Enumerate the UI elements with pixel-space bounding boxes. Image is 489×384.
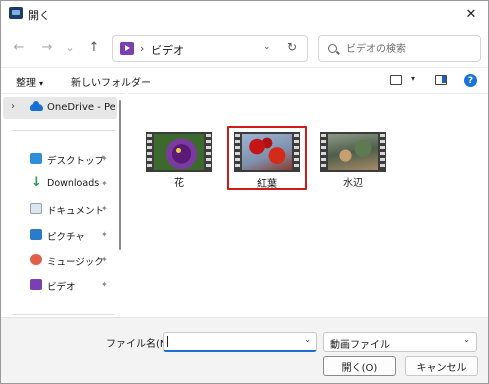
help-icon[interactable]: ? — [464, 74, 477, 87]
sidebar-item-label: Downloads — [47, 178, 100, 189]
sidebar-item-documents[interactable]: ドキュメント ✦ — [3, 198, 117, 220]
file-item[interactable]: 水辺 — [316, 128, 390, 189]
sidebar-item-downloads[interactable]: Downloads ✦ — [3, 173, 117, 195]
pin-icon: ✦ — [101, 230, 108, 239]
divider — [11, 130, 115, 131]
forward-button[interactable]: → — [38, 39, 56, 55]
sidebar-item-onedrive[interactable]: › OneDrive - Perso — [3, 97, 117, 119]
window-title: 開く — [28, 9, 50, 22]
command-bar: 整理 ▾ 新しいフォルダー ▾ ? — [1, 67, 488, 93]
view-dropdown-icon[interactable]: ▾ — [411, 74, 415, 83]
address-bar[interactable]: › ビデオ ⌄ — [112, 35, 308, 62]
video-folder-icon — [120, 42, 134, 55]
video-thumbnail — [320, 132, 386, 172]
open-button[interactable]: 開く(O) — [323, 356, 396, 376]
up-button[interactable]: ↑ — [85, 39, 103, 55]
pin-icon: ✦ — [101, 154, 108, 163]
text-caret — [167, 336, 168, 347]
search-input[interactable] — [346, 41, 474, 57]
navigation-bar: ← → ⌄ ↑ › ビデオ ⌄ ↻ — [1, 27, 488, 67]
app-icon — [9, 7, 23, 19]
sidebar-item-label: OneDrive - Perso — [47, 102, 115, 113]
sidebar-item-desktop[interactable]: デスクトップ ✦ — [3, 148, 117, 170]
view-mode-icon[interactable] — [390, 75, 402, 85]
title-bar: 開く ✕ — [1, 1, 488, 27]
desktop-icon — [30, 153, 42, 164]
organize-label: 整理 — [16, 78, 36, 89]
organize-button[interactable]: 整理 ▾ — [16, 74, 43, 89]
refresh-icon[interactable]: ↻ — [284, 39, 300, 55]
maple-image — [242, 134, 292, 170]
expand-chevron-icon[interactable]: › — [11, 101, 15, 112]
organize-caret-icon: ▾ — [39, 79, 44, 88]
sidebar-item-label: ミュージック — [47, 257, 104, 268]
filename-field[interactable]: ⌄ — [163, 332, 317, 352]
sidebar-item-label: デスクトップ — [47, 156, 105, 167]
file-list: 花 紅葉 水辺 — [128, 93, 488, 317]
file-item-selected[interactable]: 紅葉 — [227, 126, 307, 190]
pin-icon: ✦ — [101, 204, 108, 213]
navigation-pane: › OneDrive - Perso デスクトップ ✦ Downloads ✦ … — [1, 93, 125, 317]
sidebar-item-label: ビデオ — [47, 282, 76, 293]
breadcrumb-location[interactable]: ビデオ — [151, 42, 184, 58]
close-button[interactable]: ✕ — [460, 4, 482, 24]
pin-icon: ✦ — [101, 255, 108, 264]
file-item[interactable]: 花 — [142, 128, 216, 189]
pin-icon: ✦ — [101, 280, 108, 289]
pictures-icon — [30, 229, 42, 240]
file-name: 花 — [174, 178, 184, 189]
file-type-value: 動画ファイル — [330, 340, 390, 351]
video-thumbnail — [234, 132, 300, 172]
videos-icon — [30, 279, 42, 290]
file-type-dropdown-icon: ⌄ — [463, 335, 470, 344]
filename-dropdown-icon[interactable]: ⌄ — [304, 335, 311, 344]
search-icon — [328, 44, 337, 53]
search-box[interactable] — [318, 35, 481, 62]
video-thumbnail — [146, 132, 212, 172]
recent-locations-button[interactable]: ⌄ — [61, 39, 79, 55]
sidebar-scrollbar[interactable] — [119, 100, 121, 250]
address-dropdown-icon[interactable]: ⌄ — [263, 42, 271, 52]
back-button[interactable]: ← — [10, 39, 28, 55]
sidebar-item-label: ドキュメント — [47, 206, 105, 217]
waterside-image — [328, 134, 378, 170]
sidebar-item-label: ピクチャ — [47, 232, 85, 243]
cancel-button[interactable]: キャンセル — [405, 356, 478, 376]
flower-image — [154, 134, 204, 170]
file-name: 紅葉 — [257, 179, 277, 190]
divider — [11, 314, 115, 315]
music-icon — [30, 254, 42, 265]
file-type-select[interactable]: 動画ファイル ⌄ — [323, 332, 477, 352]
file-name: 水辺 — [343, 178, 363, 189]
sidebar-item-videos[interactable]: ビデオ ✦ — [3, 274, 117, 296]
open-file-dialog: 開く ✕ ← → ⌄ ↑ › ビデオ ⌄ ↻ 整理▾ 新しいフォルダー ▾ ? — [0, 0, 489, 384]
sidebar-item-pictures[interactable]: ピクチャ ✦ — [3, 224, 117, 246]
new-folder-button[interactable]: 新しいフォルダー — [71, 74, 151, 89]
breadcrumb-separator[interactable]: › — [140, 42, 144, 55]
documents-icon — [30, 203, 42, 214]
preview-pane-icon[interactable] — [435, 75, 447, 85]
sidebar-item-music[interactable]: ミュージック ✦ — [3, 249, 117, 271]
download-icon — [30, 175, 42, 190]
pin-icon: ✦ — [101, 179, 108, 188]
dialog-footer: ファイル名(N): ⌄ 動画ファイル ⌄ 開く(O) キャンセル — [1, 317, 488, 383]
onedrive-cloud-icon — [30, 101, 43, 111]
